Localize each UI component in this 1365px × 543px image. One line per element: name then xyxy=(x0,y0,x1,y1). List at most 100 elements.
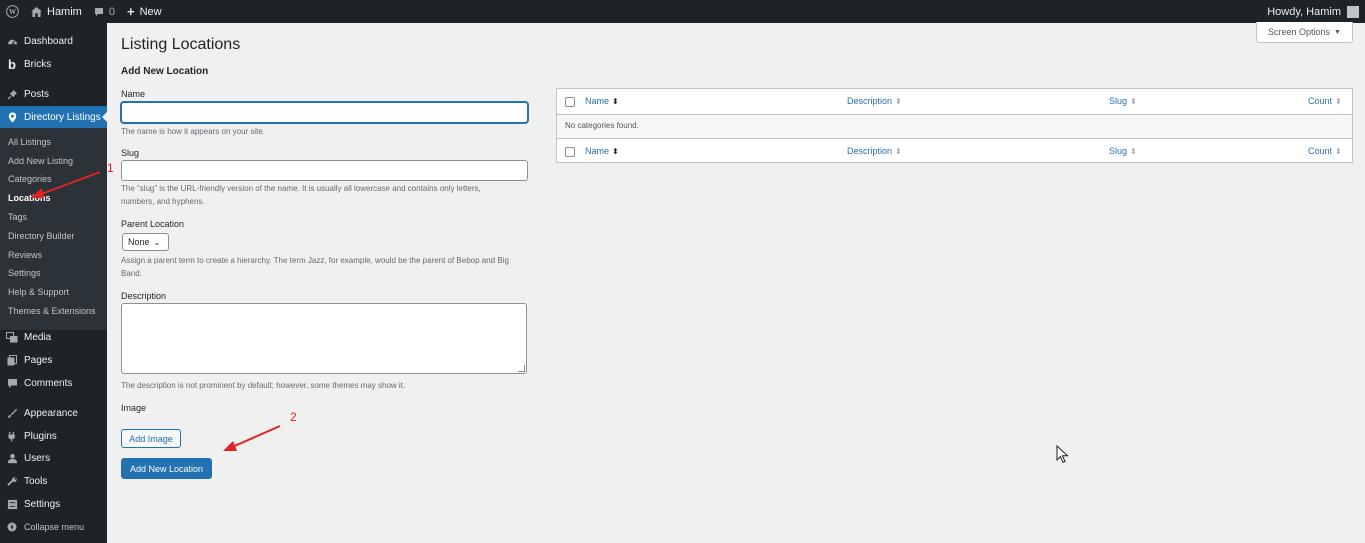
column-header-description[interactable]: Description ⬍ xyxy=(847,96,902,106)
comments-link[interactable]: 0 xyxy=(88,0,121,23)
svg-text:W: W xyxy=(9,8,17,16)
name-input[interactable] xyxy=(121,102,528,123)
sort-icon: ⬍ xyxy=(895,146,902,156)
annotation-number-2: 2 xyxy=(290,410,297,424)
sidebar-item-tools[interactable]: Tools xyxy=(0,470,107,492)
table-footer-row: Name ⬍ Description ⬍ Slug ⬍ Count ⬍ xyxy=(557,138,1352,164)
column-footer-count[interactable]: Count ⬍ xyxy=(1308,146,1342,156)
add-image-button[interactable]: Add Image xyxy=(121,429,181,448)
resize-grip-icon[interactable] xyxy=(518,365,525,372)
sidebar-item-label: Bricks xyxy=(24,58,52,70)
submenu-item-tags[interactable]: Tags xyxy=(8,210,27,224)
sidebar-item-settings[interactable]: Settings xyxy=(0,493,107,515)
sidebar-item-label: Media xyxy=(24,331,52,343)
sidebar-item-plugins[interactable]: Plugins xyxy=(0,425,107,447)
select-all-checkbox[interactable] xyxy=(565,97,575,107)
submenu-item-themes-extensions[interactable]: Themes & Extensions xyxy=(8,304,96,318)
column-header-count[interactable]: Count ⬍ xyxy=(1308,96,1342,106)
home-icon xyxy=(31,6,42,17)
column-label: Description xyxy=(847,146,893,156)
table-header-row: Name ⬍ Description ⬍ Slug ⬍ Count ⬍ xyxy=(557,89,1352,115)
sidebar-collapse-menu[interactable]: Collapse menu xyxy=(0,516,107,538)
submenu-item-locations[interactable]: Locations xyxy=(8,191,51,205)
column-footer-description[interactable]: Description ⬍ xyxy=(847,146,902,156)
sort-icon: ⬍ xyxy=(612,146,619,156)
sidebar-item-appearance[interactable]: Appearance xyxy=(0,402,107,424)
media-icon xyxy=(0,331,24,343)
add-new-location-button[interactable]: Add New Location xyxy=(121,458,212,479)
empty-message: No categories found. xyxy=(565,121,639,130)
admin-sidebar: All Listings Add New Listing Categories … xyxy=(0,23,107,543)
sidebar-item-label: Posts xyxy=(24,88,50,100)
sidebar-item-label: Comments xyxy=(24,377,73,389)
annotation-number-1: 1 xyxy=(107,161,114,175)
comments-count: 0 xyxy=(108,5,115,18)
settings-icon xyxy=(0,499,24,510)
sidebar-item-label: Users xyxy=(24,452,51,464)
annotation-arrow-2 xyxy=(223,425,281,451)
page-title: Listing Locations xyxy=(121,36,241,53)
submenu-item-directory-builder[interactable]: Directory Builder xyxy=(8,229,75,243)
sort-icon: ⬍ xyxy=(895,96,902,106)
site-name: Hamim xyxy=(47,5,82,18)
sidebar-item-dashboard[interactable]: Dashboard xyxy=(0,30,107,52)
sidebar-item-label: Dashboard xyxy=(24,35,73,47)
mouse-cursor-icon xyxy=(1056,444,1069,467)
column-footer-slug[interactable]: Slug ⬍ xyxy=(1109,146,1137,156)
parent-select-value: None xyxy=(128,237,150,247)
admin-bar: W Hamim 0 + New Howdy, Hamim xyxy=(0,0,1365,23)
column-label: Count xyxy=(1308,146,1333,156)
sidebar-item-comments[interactable]: Comments xyxy=(0,372,107,394)
sort-icon: ⬍ xyxy=(1130,146,1137,156)
sidebar-item-directory-listings[interactable]: Directory Listings xyxy=(0,106,107,128)
chevron-down-icon: ⌄ xyxy=(153,237,161,247)
select-all-checkbox-footer[interactable] xyxy=(565,147,575,157)
submenu-item-reviews[interactable]: Reviews xyxy=(8,248,42,262)
screen-options-button[interactable]: Screen Options ▼ xyxy=(1256,22,1353,43)
caret-down-icon: ▼ xyxy=(1334,28,1341,36)
slug-input[interactable] xyxy=(121,160,528,181)
name-help: The name is how it appears on your site. xyxy=(121,127,266,136)
sort-icon: ⬍ xyxy=(1335,146,1342,156)
bricks-icon: b xyxy=(8,56,16,72)
sidebar-item-users[interactable]: Users xyxy=(0,447,107,469)
description-textarea[interactable] xyxy=(121,303,527,374)
sidebar-item-label: Tools xyxy=(24,475,48,487)
submenu-item-categories[interactable]: Categories xyxy=(8,172,52,186)
sidebar-item-pages[interactable]: Pages xyxy=(0,349,107,371)
new-label: New xyxy=(139,5,162,18)
column-label: Description xyxy=(847,96,893,106)
site-name-link[interactable]: Hamim xyxy=(25,0,88,23)
locations-table: Name ⬍ Description ⬍ Slug ⬍ Count ⬍ No categ… xyxy=(556,88,1353,163)
sidebar-item-media[interactable]: Media xyxy=(0,326,107,348)
my-account-link[interactable]: Howdy, Hamim xyxy=(1267,5,1365,18)
column-header-name[interactable]: Name ⬍ xyxy=(585,96,619,106)
wordpress-icon: W xyxy=(6,5,19,18)
name-label: Name xyxy=(121,89,146,99)
submenu-item-add-new-listing[interactable]: Add New Listing xyxy=(8,154,73,168)
submenu-item-all-listings[interactable]: All Listings xyxy=(8,135,51,149)
sidebar-item-label: Plugins xyxy=(24,430,57,442)
plus-icon: + xyxy=(126,4,135,19)
column-label: Slug xyxy=(1109,146,1128,156)
column-footer-name[interactable]: Name ⬍ xyxy=(585,146,619,156)
sort-icon: ⬍ xyxy=(1335,96,1342,106)
sidebar-item-bricks[interactable]: b Bricks xyxy=(0,53,107,75)
avatar xyxy=(1347,5,1359,18)
parent-label: Parent Location xyxy=(121,219,185,229)
form-heading: Add New Location xyxy=(121,66,209,77)
parent-select[interactable]: None ⌄ xyxy=(122,233,169,251)
sort-icon: ⬍ xyxy=(1130,96,1137,106)
sort-icon: ⬍ xyxy=(612,96,619,106)
image-label: Image xyxy=(121,403,147,413)
new-content-link[interactable]: + New xyxy=(121,0,168,23)
dashboard-icon xyxy=(0,36,24,47)
wordpress-logo[interactable]: W xyxy=(0,0,25,23)
sidebar-item-posts[interactable]: Posts xyxy=(0,83,107,105)
pin-icon xyxy=(0,89,24,100)
submenu-item-settings[interactable]: Settings xyxy=(8,266,41,280)
column-label: Name xyxy=(585,96,610,106)
submenu-item-help-support[interactable]: Help & Support xyxy=(8,285,69,299)
column-header-slug[interactable]: Slug ⬍ xyxy=(1109,96,1137,106)
sidebar-item-label: Pages xyxy=(24,354,53,366)
